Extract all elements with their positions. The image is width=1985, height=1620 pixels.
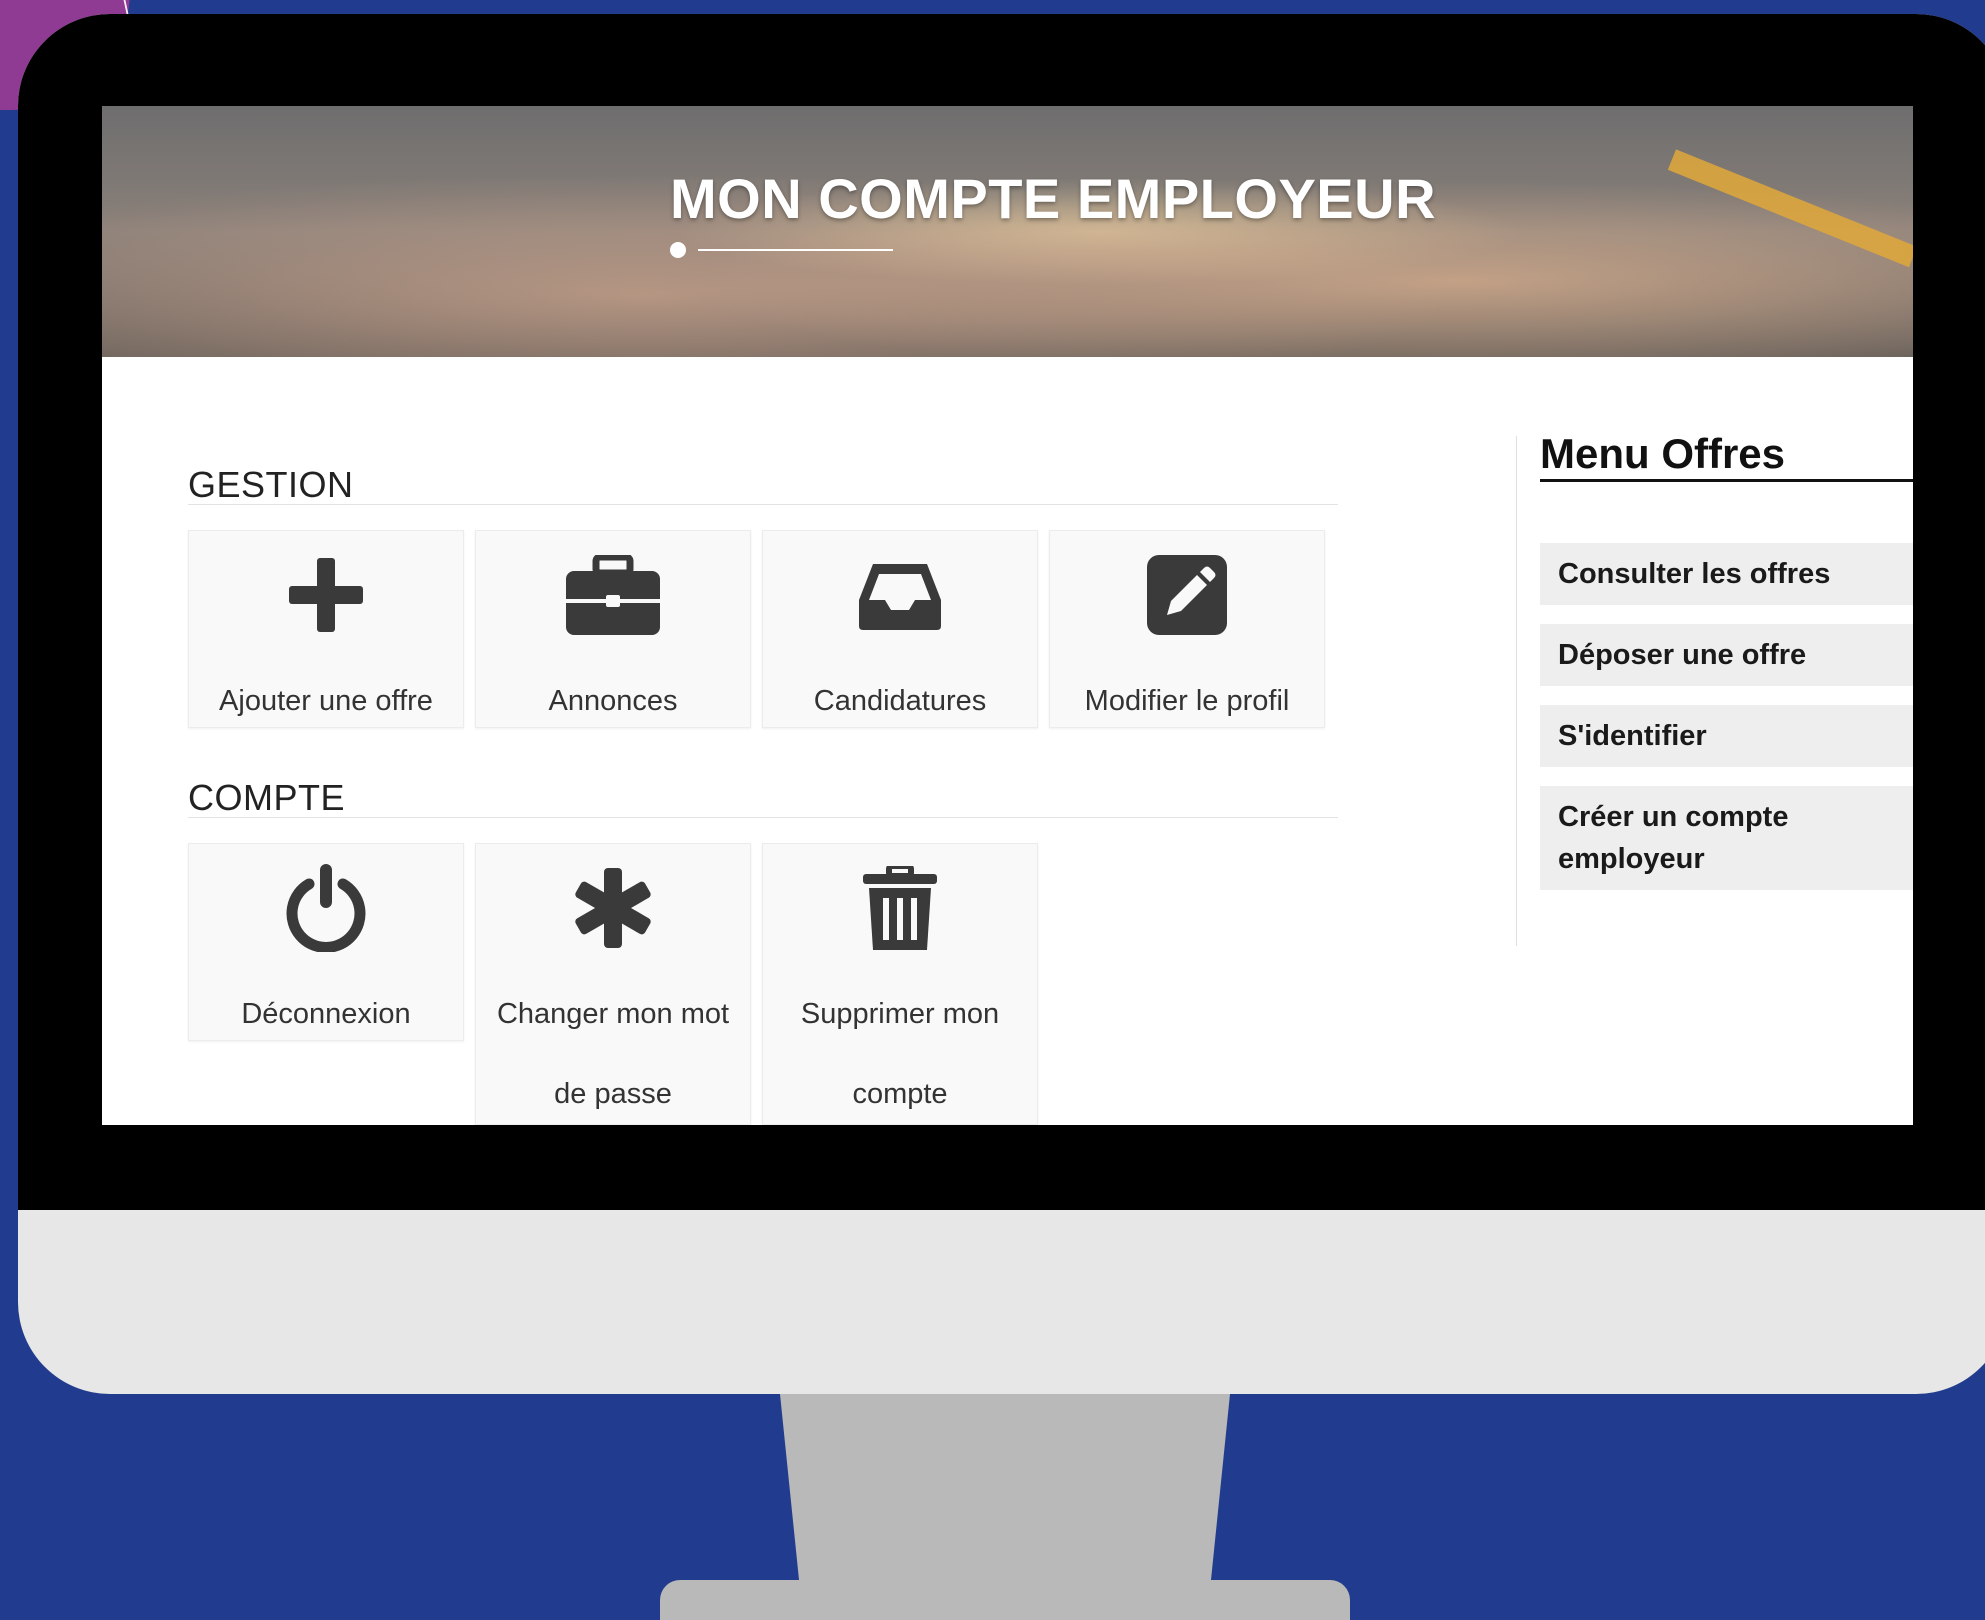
add-offer-button[interactable]: Ajouter une offre [188, 530, 464, 728]
sidebar-divider [1516, 436, 1517, 946]
briefcase-icon [476, 553, 750, 637]
power-icon [189, 864, 463, 952]
hero-banner: MON COMPTE EMPLOYEUR [102, 106, 1913, 357]
sidebar-item-deposer-offre[interactable]: Déposer une offre [1540, 624, 1913, 686]
sidebar-title: Menu Offres [1540, 430, 1786, 477]
tile-label: Annonces [548, 685, 678, 717]
page-title: MON COMPTE EMPLOYEUR [670, 167, 1437, 230]
logout-button[interactable]: Déconnexion [188, 843, 464, 1041]
title-underline [698, 249, 893, 251]
edit-icon [1050, 553, 1324, 637]
inbox-icon [763, 553, 1037, 637]
sidebar-item-creer-compte[interactable]: Créer un compte employeur [1540, 786, 1913, 890]
edit-profile-button[interactable]: Modifier le profil [1049, 530, 1325, 728]
plus-icon [189, 553, 463, 637]
tile-label: Candidatures [813, 685, 987, 717]
trash-icon [763, 866, 1037, 950]
applications-button[interactable]: Candidatures [762, 530, 1038, 728]
hero-pencil-decoration [1667, 149, 1913, 268]
asterisk-icon [476, 866, 750, 950]
sidebar-title-underline [1540, 479, 1913, 482]
tile-label: Changer mon mot de passe [496, 998, 730, 1110]
tile-label: Déconnexion [241, 998, 411, 1030]
tile-label: Modifier le profil [1084, 685, 1290, 717]
sidebar-item-consulter-offres[interactable]: Consulter les offres [1540, 543, 1913, 605]
delete-account-button[interactable]: Supprimer mon compte [762, 843, 1038, 1125]
change-password-button[interactable]: Changer mon mot de passe [475, 843, 751, 1125]
section-divider [188, 504, 1338, 505]
browser-viewport: MON COMPTE EMPLOYEUR GESTION Ajouter une… [102, 106, 1913, 1125]
title-underline-dot [670, 242, 686, 258]
announcements-button[interactable]: Annonces [475, 530, 751, 728]
tile-label: Supprimer mon compte [800, 998, 1000, 1110]
sidebar-item-identifier[interactable]: S'identifier [1540, 705, 1913, 767]
monitor-stand-foot [660, 1580, 1350, 1620]
section-divider [188, 817, 1338, 818]
section-title-gestion: GESTION [188, 464, 354, 505]
tile-label: Ajouter une offre [219, 685, 433, 717]
section-title-compte: COMPTE [188, 777, 346, 818]
